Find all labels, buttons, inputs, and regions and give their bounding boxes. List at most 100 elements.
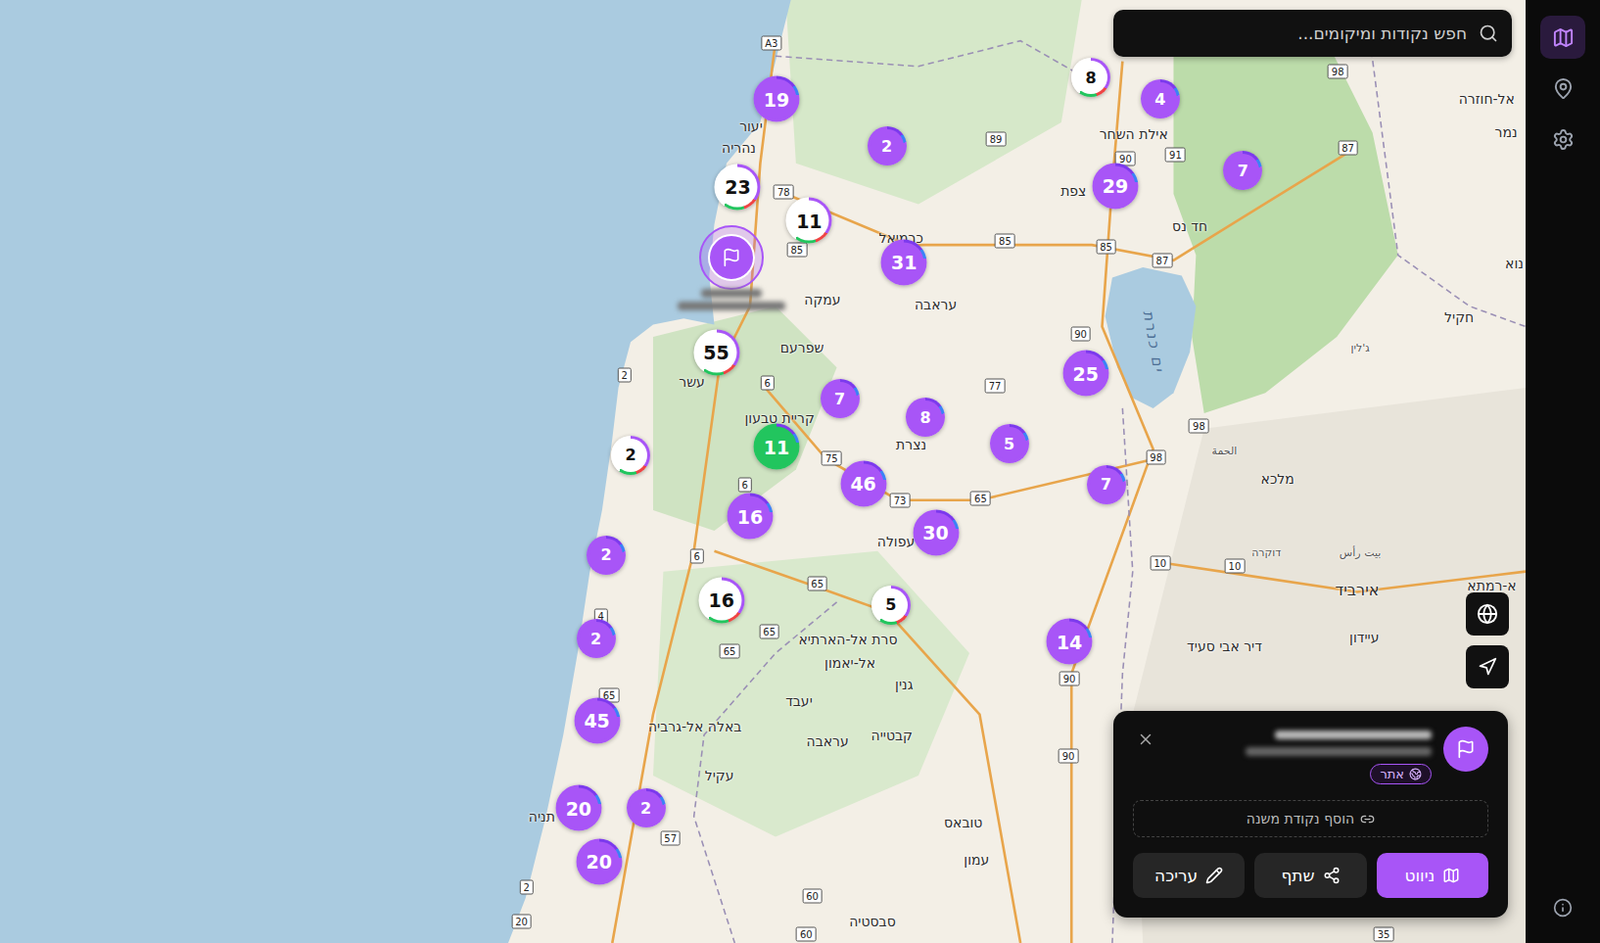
- sidebar-item[interactable]: [1540, 117, 1586, 161]
- cluster-ring[interactable]: 29: [1092, 162, 1139, 209]
- cluster-marker[interactable]: 19: [753, 76, 800, 123]
- cluster-count[interactable]: 2: [613, 438, 648, 472]
- cluster-ring[interactable]: 8: [1071, 57, 1111, 97]
- cluster-marker[interactable]: 7: [820, 378, 860, 419]
- cluster-marker[interactable]: 7: [1223, 150, 1263, 190]
- cluster-marker[interactable]: 2: [867, 126, 907, 166]
- type-tag[interactable]: אתר: [1369, 763, 1432, 785]
- cluster-marker[interactable]: 20: [555, 785, 602, 832]
- cluster-ring[interactable]: 55: [693, 329, 740, 376]
- sidebar-item[interactable]: [1540, 66, 1586, 110]
- cluster-marker[interactable]: 2: [586, 535, 626, 575]
- cluster-count[interactable]: 11: [789, 200, 830, 241]
- add-sub-point-button[interactable]: הוסף נקודת משנה: [1132, 800, 1489, 838]
- cluster-ring[interactable]: 16: [726, 493, 773, 540]
- cluster-ring[interactable]: 7: [1086, 465, 1127, 505]
- cluster-count[interactable]: 2: [579, 621, 613, 656]
- cluster-count[interactable]: 19: [756, 79, 798, 120]
- cluster-count[interactable]: 29: [1095, 165, 1136, 206]
- cluster-ring[interactable]: 46: [840, 460, 887, 507]
- action-button[interactable]: עריכה: [1132, 852, 1245, 898]
- cluster-ring[interactable]: 20: [575, 838, 622, 885]
- cluster-ring[interactable]: 5: [989, 423, 1030, 464]
- cluster-ring[interactable]: 30: [912, 509, 959, 556]
- cluster-marker[interactable]: 2: [611, 435, 651, 475]
- cluster-marker[interactable]: 25: [1062, 350, 1109, 397]
- cluster-marker[interactable]: 31: [881, 238, 928, 285]
- cluster-count[interactable]: 7: [1089, 468, 1124, 502]
- cluster-marker[interactable]: 14: [1046, 618, 1093, 665]
- cluster-ring[interactable]: 20: [555, 785, 602, 832]
- cluster-marker[interactable]: 8: [1071, 57, 1111, 97]
- action-button[interactable]: ניווט: [1376, 852, 1489, 898]
- cluster-count[interactable]: 25: [1065, 353, 1106, 394]
- cluster-ring[interactable]: 7: [820, 378, 860, 419]
- cluster-count[interactable]: 5: [874, 588, 908, 622]
- cluster-count[interactable]: 7: [1225, 153, 1260, 188]
- cluster-ring[interactable]: 2: [576, 618, 616, 659]
- cluster-count[interactable]: 23: [717, 166, 758, 207]
- selected-point-marker[interactable]: [699, 225, 764, 290]
- cluster-marker[interactable]: 45: [573, 697, 620, 744]
- sidebar-item[interactable]: [1540, 15, 1586, 59]
- cluster-count[interactable]: 4: [1143, 82, 1177, 116]
- cluster-marker[interactable]: 29: [1092, 162, 1139, 209]
- cluster-ring[interactable]: 7: [1223, 150, 1263, 190]
- cluster-marker[interactable]: 5: [871, 585, 911, 625]
- cluster-ring[interactable]: 2: [611, 435, 651, 475]
- cluster-count[interactable]: 8: [908, 400, 942, 434]
- cluster-ring[interactable]: 2: [867, 126, 907, 166]
- cluster-count[interactable]: 45: [576, 700, 617, 741]
- flag-marker[interactable]: [707, 234, 755, 282]
- cluster-marker[interactable]: 20: [575, 838, 622, 885]
- cluster-count[interactable]: 16: [729, 496, 770, 537]
- cluster-marker[interactable]: 4: [1140, 79, 1180, 119]
- cluster-count[interactable]: 11: [756, 426, 798, 468]
- cluster-count[interactable]: 55: [696, 331, 737, 373]
- cluster-count[interactable]: 20: [558, 788, 599, 829]
- cluster-ring[interactable]: 8: [905, 397, 945, 437]
- cluster-marker[interactable]: 11: [786, 197, 833, 244]
- selected-halo[interactable]: [699, 225, 764, 290]
- cluster-marker[interactable]: 30: [912, 509, 959, 556]
- cluster-marker[interactable]: 2: [576, 618, 616, 659]
- cluster-ring[interactable]: 16: [698, 576, 745, 623]
- close-button[interactable]: [1132, 726, 1159, 753]
- cluster-ring[interactable]: 19: [753, 76, 800, 123]
- cluster-count[interactable]: 16: [701, 579, 742, 620]
- cluster-ring[interactable]: 2: [626, 788, 666, 828]
- cluster-ring[interactable]: 31: [881, 238, 928, 285]
- cluster-ring[interactable]: 25: [1062, 350, 1109, 397]
- cluster-marker[interactable]: 5: [989, 423, 1030, 464]
- cluster-marker[interactable]: 7: [1086, 465, 1127, 505]
- cluster-marker[interactable]: 11: [753, 423, 800, 471]
- cluster-ring[interactable]: 11: [786, 197, 833, 244]
- cluster-count[interactable]: 14: [1049, 621, 1090, 662]
- cluster-count[interactable]: 20: [578, 841, 619, 882]
- cluster-ring[interactable]: 11: [753, 423, 800, 471]
- cluster-count[interactable]: 2: [589, 538, 623, 572]
- search-input[interactable]: [1127, 22, 1469, 45]
- cluster-ring[interactable]: 5: [871, 585, 911, 625]
- cluster-marker[interactable]: 46: [840, 460, 887, 507]
- cluster-ring[interactable]: 14: [1046, 618, 1093, 665]
- cluster-count[interactable]: 8: [1074, 60, 1108, 95]
- cluster-count[interactable]: 2: [629, 791, 663, 825]
- cluster-count[interactable]: 31: [884, 241, 925, 283]
- cluster-ring[interactable]: 2: [586, 535, 626, 575]
- cluster-marker[interactable]: 23: [714, 163, 761, 210]
- info-button[interactable]: [1540, 886, 1586, 930]
- cluster-ring[interactable]: 45: [573, 697, 620, 744]
- cluster-count[interactable]: 2: [870, 129, 904, 163]
- cluster-count[interactable]: 7: [823, 381, 857, 416]
- cluster-ring[interactable]: 23: [714, 163, 761, 210]
- locate-button[interactable]: [1465, 645, 1509, 689]
- layers-button[interactable]: [1465, 592, 1509, 636]
- action-button[interactable]: שתף: [1254, 852, 1366, 898]
- cluster-ring[interactable]: 4: [1140, 79, 1180, 119]
- map[interactable]: ים כנרתA38990918798788585858790776275673…: [0, 0, 1526, 943]
- cluster-marker[interactable]: 16: [726, 493, 773, 540]
- cluster-marker[interactable]: 55: [693, 329, 740, 376]
- cluster-marker[interactable]: 16: [698, 576, 745, 623]
- search-bar[interactable]: [1113, 9, 1512, 57]
